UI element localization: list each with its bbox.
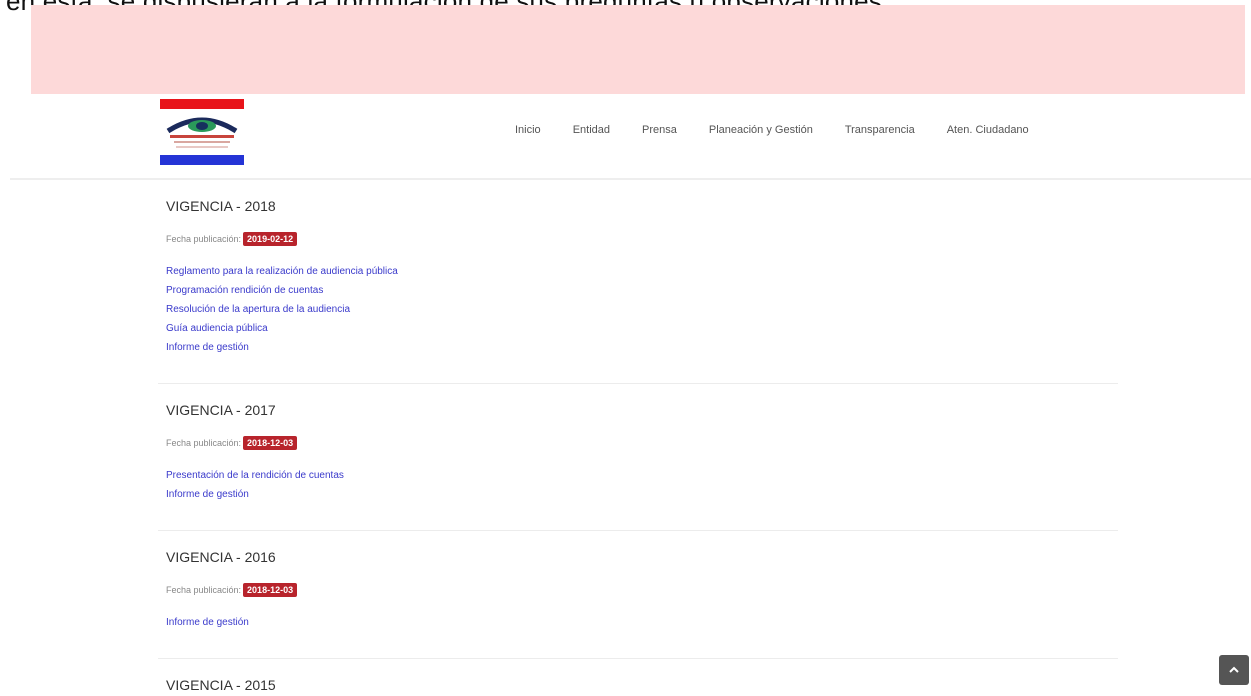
nav-item-aten-ciudadano[interactable]: Aten. Ciudadano: [947, 124, 1029, 136]
nav-item-planeacion[interactable]: Planeación y Gestión: [709, 124, 813, 136]
publication-date-row: Fecha publicación: 2018-12-03: [166, 583, 1118, 597]
vigencia-section: VIGENCIA - 2017 Fecha publicación: 2018-…: [158, 384, 1118, 531]
nav-item-transparencia[interactable]: Transparencia: [845, 124, 915, 136]
vigencia-section: VIGENCIA - 2018 Fecha publicación: 2019-…: [158, 180, 1118, 384]
document-link[interactable]: Guía audiencia pública: [166, 319, 1118, 338]
nav-item-entidad[interactable]: Entidad: [573, 124, 610, 136]
document-link[interactable]: Programación rendición de cuentas: [166, 281, 1118, 300]
vigencia-title: VIGENCIA - 2015: [166, 677, 276, 693]
chevron-up-icon: [1229, 666, 1239, 673]
document-link[interactable]: Reglamento para la realización de audien…: [166, 262, 1118, 281]
site-header: Inicio Entidad Prensa Planeación y Gesti…: [10, 94, 1251, 180]
publication-label: Fecha publicación:: [166, 234, 242, 244]
vigencia-title: VIGENCIA - 2017: [166, 402, 276, 418]
publication-date-row: Fecha publicación: 2018-12-03: [166, 436, 1118, 450]
document-links: Presentación de la rendición de cuentas …: [166, 466, 1118, 530]
document-links: Informe de gestión: [166, 613, 1118, 658]
publication-date-badge: 2019-02-12: [243, 232, 298, 246]
publication-date-badge: 2018-12-03: [243, 436, 298, 450]
vigencia-section: VIGENCIA - 2016 Fecha publicación: 2018-…: [158, 531, 1118, 659]
publication-label: Fecha publicación:: [166, 585, 242, 595]
document-link[interactable]: Informe de gestión: [166, 485, 1118, 504]
vigencia-section: VIGENCIA - 2015: [158, 659, 1118, 693]
notice-banner: [31, 5, 1245, 94]
document-link[interactable]: Resolución de la apertura de la audienci…: [166, 300, 1118, 319]
logo-emblem-icon: [166, 117, 238, 148]
publication-label: Fecha publicación:: [166, 438, 242, 448]
scroll-to-top-button[interactable]: [1219, 655, 1249, 685]
publication-date-badge: 2018-12-03: [243, 583, 298, 597]
nav-item-inicio[interactable]: Inicio: [515, 124, 541, 136]
logo-flag-blue-bar: [160, 155, 244, 165]
publication-date-row: Fecha publicación: 2019-02-12: [166, 232, 1118, 246]
site-logo[interactable]: [160, 99, 246, 169]
document-link[interactable]: Presentación de la rendición de cuentas: [166, 466, 1118, 485]
vigencia-title: VIGENCIA - 2018: [166, 198, 276, 214]
main-nav: Inicio Entidad Prensa Planeación y Gesti…: [515, 124, 1061, 136]
nav-item-prensa[interactable]: Prensa: [642, 124, 677, 136]
vigencia-title: VIGENCIA - 2016: [166, 549, 276, 565]
document-links: Reglamento para la realización de audien…: [166, 262, 1118, 383]
document-link[interactable]: Informe de gestión: [166, 613, 1118, 632]
document-link[interactable]: Informe de gestión: [166, 338, 1118, 357]
vigencias-list: VIGENCIA - 2018 Fecha publicación: 2019-…: [158, 180, 1118, 693]
logo-flag-red-bar: [160, 99, 244, 109]
